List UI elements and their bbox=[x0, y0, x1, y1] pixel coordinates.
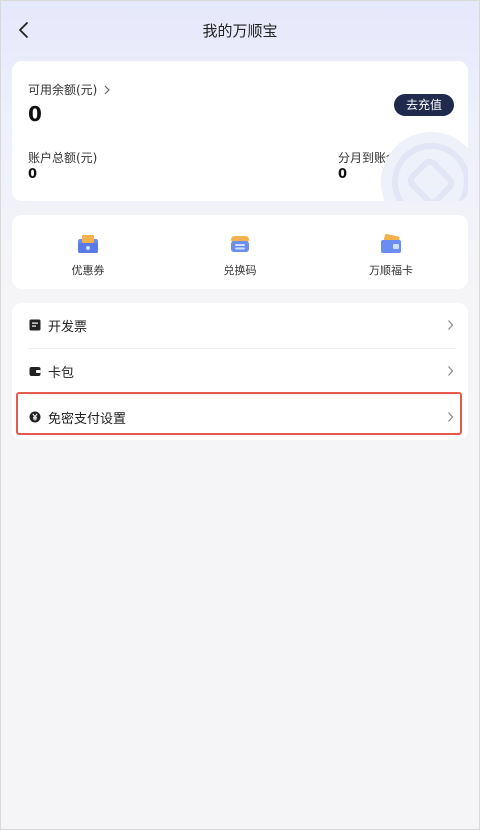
menu-item-label: 免密支付设置 bbox=[48, 412, 127, 427]
menu-item-invoice[interactable]: 开发票 bbox=[12, 303, 468, 348]
menu-item-label: 卡包 bbox=[48, 366, 75, 381]
available-balance-value: 0 bbox=[28, 102, 42, 126]
invoice-icon bbox=[29, 319, 41, 331]
total-balance-value: 0 bbox=[28, 167, 38, 182]
balance-card: 可用余额(元) 0 去充值 账户总额(元) 0 分月到账余额(元) 0 bbox=[12, 61, 468, 201]
wallet-icon bbox=[29, 367, 41, 376]
gift-card-icon bbox=[381, 234, 401, 253]
chevron-right-icon bbox=[448, 412, 454, 422]
menu-item-label: 开发票 bbox=[48, 320, 88, 335]
chevron-right-icon bbox=[104, 85, 111, 94]
menu-item-password-free-payment[interactable]: 免密支付设置 bbox=[12, 395, 468, 440]
watermark-logo-icon bbox=[381, 132, 468, 201]
chevron-right-icon bbox=[448, 320, 454, 330]
recharge-button[interactable]: 去充值 bbox=[394, 94, 454, 116]
shortcut-coupon[interactable]: 优惠券 bbox=[48, 232, 128, 278]
shortcut-gift-card[interactable]: 万顺福卡 bbox=[351, 232, 431, 278]
menu-item-wallet[interactable]: 卡包 bbox=[12, 349, 468, 394]
total-balance-label: 账户总额(元) bbox=[28, 151, 98, 165]
shortcut-redeem-code[interactable]: 兑换码 bbox=[200, 232, 280, 278]
yuan-icon bbox=[29, 411, 41, 423]
coupon-icon bbox=[78, 235, 98, 253]
page-title: 我的万顺宝 bbox=[202, 22, 278, 40]
menu-card: 开发票 卡包 免密支付设置 bbox=[12, 303, 468, 440]
available-balance-label: 可用余额(元) bbox=[28, 83, 98, 97]
installment-balance-value: 0 bbox=[338, 167, 348, 182]
redeem-code-icon bbox=[231, 236, 249, 252]
top-bar: 我的万顺宝 bbox=[0, 0, 480, 60]
available-balance-link[interactable]: 可用余额(元) bbox=[28, 81, 111, 98]
shortcut-label: 万顺福卡 bbox=[369, 264, 413, 277]
shortcut-label: 兑换码 bbox=[223, 264, 257, 277]
chevron-right-icon bbox=[448, 366, 454, 376]
shortcuts-card: 优惠券 兑换码 万顺福卡 bbox=[12, 215, 468, 289]
shortcut-label: 优惠券 bbox=[71, 264, 105, 277]
